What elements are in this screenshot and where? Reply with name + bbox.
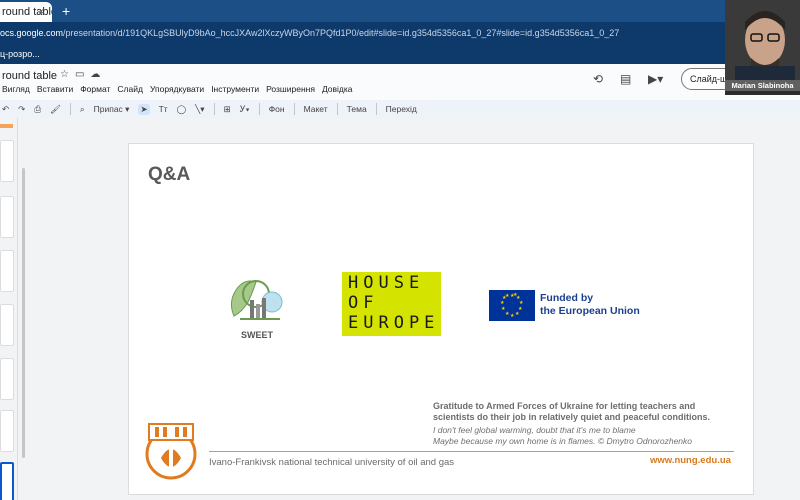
svg-text:★: ★	[515, 311, 520, 317]
menu-bar: Вигляд Вставити Формат Слайд Упорядкуват…	[0, 84, 353, 94]
layout-button[interactable]: Макет	[304, 104, 328, 114]
menu-view[interactable]: Вигляд	[2, 84, 30, 94]
redo-icon[interactable]: ↷	[18, 104, 25, 115]
svg-text:★: ★	[501, 306, 506, 312]
close-icon[interactable]: ×	[38, 6, 44, 18]
slide-thumbnail[interactable]	[0, 410, 14, 452]
history-icon[interactable]: ⟲	[593, 72, 603, 86]
url-text[interactable]: ocs.google.com/presentation/d/191QKLgSBU…	[0, 28, 619, 38]
menu-extensions[interactable]: Розширення	[266, 84, 315, 94]
select-tool-icon[interactable]: ➤	[138, 103, 150, 115]
new-tab-icon[interactable]: +	[62, 3, 70, 19]
toolbar-divider	[293, 103, 295, 115]
filmstrip-marker	[0, 124, 13, 128]
input-tools-icon[interactable]: Ꭹ▾	[240, 104, 250, 115]
participant-name: Marian Slabinoha	[725, 80, 800, 91]
website-link[interactable]: www.nung.edu.ua	[650, 455, 731, 466]
university-logo-graphic	[145, 423, 197, 480]
snap-dropdown[interactable]: Припас ▾	[94, 104, 130, 115]
browser-tab-strip: round table × +	[0, 0, 800, 22]
slide-filmstrip	[0, 118, 18, 500]
browser-tab[interactable]: round table ×	[0, 2, 52, 22]
shape-icon[interactable]: ◯	[177, 104, 187, 115]
participant-video: Marian Slabinoha	[725, 0, 800, 95]
filmstrip-scrollbar[interactable]	[22, 168, 25, 458]
hoe-row-3: EUROPE	[348, 313, 440, 333]
gratitude-text: Gratitude to Armed Forces of Ukraine for…	[433, 401, 711, 422]
theme-button[interactable]: Тема	[347, 104, 367, 114]
menu-arrange[interactable]: Упорядкувати	[150, 84, 204, 94]
paint-format-icon[interactable]: 🖌	[50, 104, 61, 115]
url-domain: ocs.google.com	[0, 28, 64, 38]
transition-button[interactable]: Перехід	[386, 104, 417, 114]
url-path: /presentation/d/191QKLgSBUlyD9bAo_hccJXA…	[63, 28, 620, 38]
title-icons: ☆▭☁	[60, 69, 106, 80]
toolbar: ↶ ↷ ⎙ 🖌 ⌕ Припас ▾ ➤ Tт ◯ ╲▾ ⊞ Ꭹ▾ Фон Ма…	[0, 100, 800, 118]
bookmarks-bar: ц-розро...	[0, 46, 800, 64]
hoe-row-1: HOUSE	[348, 273, 425, 293]
text-box-icon[interactable]: Tт	[159, 104, 168, 114]
zoom-icon[interactable]: ⌕	[80, 104, 85, 115]
slide-thumbnail[interactable]	[0, 358, 14, 400]
svg-text:★: ★	[513, 292, 518, 298]
svg-text:★: ★	[505, 311, 510, 317]
line-icon[interactable]: ╲▾	[195, 104, 204, 115]
slide-heading[interactable]: Q&A	[148, 164, 190, 186]
sweet-label: SWEET	[240, 330, 273, 340]
eu-line-2: the European Union	[540, 305, 640, 317]
eu-flag-icon: ★ ★ ★ ★ ★ ★ ★ ★ ★ ★ ★ ★	[489, 290, 535, 321]
menu-help[interactable]: Довідка	[322, 84, 353, 94]
toolbar-divider	[375, 103, 377, 115]
menu-tools[interactable]: Інструменти	[211, 84, 259, 94]
sweet-logo: SWEET	[226, 272, 288, 342]
cloud-status-icon[interactable]: ☁	[90, 69, 106, 80]
footer-divider	[209, 451, 734, 452]
house-of-europe-logo: HOUSE OF EUROPE	[342, 272, 441, 336]
star-icon[interactable]: ☆	[60, 69, 75, 80]
docs-header: round table ☆▭☁ Вигляд Вставити Формат С…	[0, 64, 800, 100]
svg-text:★: ★	[510, 313, 515, 319]
slide-thumbnail[interactable]	[0, 140, 14, 182]
document-title[interactable]: round table	[2, 70, 57, 82]
bookmark-item[interactable]: ц-розро...	[0, 49, 40, 59]
comment-add-icon[interactable]: ⊞	[224, 104, 231, 115]
snap-label: Припас	[93, 103, 123, 114]
eu-funding-text: Funded by the European Union	[540, 292, 660, 318]
toolbar-divider	[258, 103, 260, 115]
tab-title: round table	[2, 6, 52, 18]
background-button[interactable]: Фон	[269, 104, 285, 114]
quote-line-2: Maybe because my own home is in flames. …	[433, 436, 693, 446]
quote-line-1: I don't feel global warming, doubt that …	[433, 425, 636, 435]
quote-text: I don't feel global warming, doubt that …	[433, 425, 733, 447]
menu-slide[interactable]: Слайд	[117, 84, 143, 94]
university-name: Ivano-Frankivsk national technical unive…	[209, 457, 455, 468]
slide-thumbnail[interactable]	[0, 196, 14, 238]
university-logo	[143, 414, 199, 482]
eu-line-1: Funded by	[540, 292, 594, 304]
address-bar[interactable]: ocs.google.com/presentation/d/191QKLgSBU…	[0, 22, 800, 46]
toolbar-divider	[69, 103, 71, 115]
slide-thumbnail[interactable]	[0, 304, 14, 346]
meet-icon[interactable]: ▶▾	[648, 72, 663, 86]
print-icon[interactable]: ⎙	[34, 104, 41, 115]
slide-thumbnail-selected[interactable]	[0, 462, 14, 500]
menu-format[interactable]: Формат	[80, 84, 110, 94]
eu-stars: ★ ★★ ★★★ ★★★ ★★ ★	[500, 292, 524, 319]
slide[interactable]: Q&A SWEET HOUSE OF EUROPE ★ ★ ★ ★ ★ ★ ★ ★ ★ ★ ★…	[128, 143, 754, 495]
svg-text:★: ★	[505, 293, 510, 299]
comment-icon[interactable]: ▤	[620, 72, 631, 86]
move-folder-icon[interactable]: ▭	[75, 69, 90, 80]
participant-avatar	[725, 0, 800, 80]
toolbar-divider	[336, 103, 338, 115]
undo-icon[interactable]: ↶	[2, 104, 9, 115]
menu-insert[interactable]: Вставити	[37, 84, 73, 94]
sweet-logo-graphic	[230, 280, 283, 320]
toolbar-divider	[213, 103, 215, 115]
slide-thumbnail[interactable]	[0, 250, 14, 292]
hoe-row-2: OF	[348, 293, 379, 313]
